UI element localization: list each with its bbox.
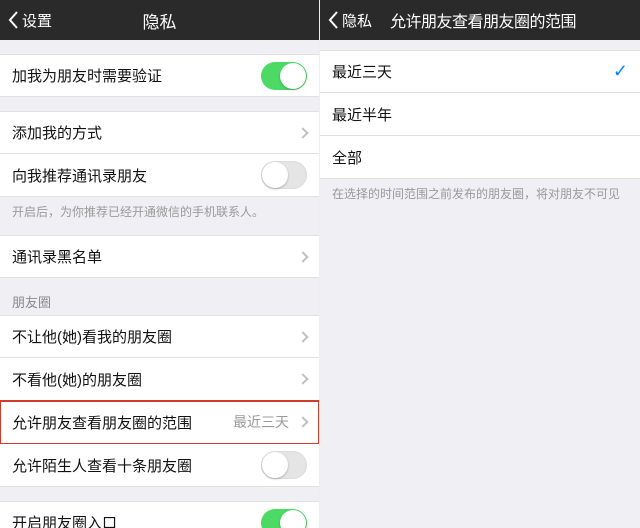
blacklist-label: 通讯录黑名单 bbox=[12, 246, 295, 267]
range-option-label: 最近半年 bbox=[332, 104, 628, 125]
recommend-contacts-switch[interactable] bbox=[261, 161, 307, 189]
hide-my-moments-cell[interactable]: 不让他(她)看我的朋友圈 bbox=[0, 315, 319, 358]
moments-section-header: 朋友圈 bbox=[0, 278, 319, 315]
moments-entry-switch[interactable] bbox=[261, 509, 307, 528]
navbar-left: 设置 隐私 bbox=[0, 0, 319, 40]
stranger-ten-label: 允许陌生人查看十条朋友圈 bbox=[12, 455, 261, 476]
back-button-right[interactable]: 隐私 bbox=[326, 0, 372, 40]
verify-friend-switch[interactable] bbox=[261, 62, 307, 90]
verify-friend-label: 加我为朋友时需要验证 bbox=[12, 65, 261, 86]
add-way-cell[interactable]: 添加我的方式 bbox=[0, 111, 319, 154]
chevron-right-icon bbox=[297, 251, 308, 262]
range-option-label: 全部 bbox=[332, 147, 628, 168]
add-way-label: 添加我的方式 bbox=[12, 122, 295, 143]
chevron-right-icon bbox=[297, 127, 308, 138]
back-label-right: 隐私 bbox=[342, 10, 372, 31]
content-right: 最近三天✓ 最近半年全部 在选择的时间范围之前发布的朋友圈，将对朋友不可见 bbox=[320, 40, 640, 528]
content-left: 加我为朋友时需要验证 添加我的方式 向我推荐通讯录朋友 开启后，为你推荐已经开通… bbox=[0, 40, 319, 528]
range-note: 在选择的时间范围之前发布的朋友圈，将对朋友不可见 bbox=[320, 179, 640, 203]
back-label-left: 设置 bbox=[22, 10, 52, 31]
hide-my-moments-label: 不让他(她)看我的朋友圈 bbox=[12, 326, 295, 347]
chevron-left-icon bbox=[326, 11, 340, 29]
nav-title-right: 允许朋友查看朋友圈的范围 bbox=[350, 8, 640, 32]
chevron-right-icon bbox=[297, 331, 308, 342]
range-option-0[interactable]: 最近三天✓ bbox=[320, 50, 640, 93]
range-option-label: 最近三天 bbox=[332, 61, 613, 82]
back-button-left[interactable]: 设置 bbox=[6, 0, 52, 40]
navbar-right: 隐私 允许朋友查看朋友圈的范围 bbox=[320, 0, 640, 40]
verify-friend-cell[interactable]: 加我为朋友时需要验证 bbox=[0, 54, 319, 97]
visible-range-pane: 隐私 允许朋友查看朋友圈的范围 最近三天✓ 最近半年全部 在选择的时间范围之前发布… bbox=[320, 0, 640, 528]
range-option-1[interactable]: 最近半年 bbox=[320, 93, 640, 136]
stranger-ten-switch[interactable] bbox=[261, 451, 307, 479]
recommend-contacts-label: 向我推荐通讯录朋友 bbox=[12, 165, 261, 186]
visible-range-cell[interactable]: 允许朋友查看朋友圈的范围 最近三天 bbox=[0, 401, 319, 444]
hide-their-moments-cell[interactable]: 不看他(她)的朋友圈 bbox=[0, 358, 319, 401]
chevron-right-icon bbox=[297, 416, 308, 427]
visible-range-label: 允许朋友查看朋友圈的范围 bbox=[12, 412, 233, 433]
chevron-right-icon bbox=[297, 373, 308, 384]
visible-range-value: 最近三天 bbox=[233, 412, 289, 432]
stranger-ten-cell[interactable]: 允许陌生人查看十条朋友圈 bbox=[0, 444, 319, 487]
blacklist-cell[interactable]: 通讯录黑名单 bbox=[0, 235, 319, 278]
moments-entry-cell[interactable]: 开启朋友圈入口 bbox=[0, 501, 319, 528]
recommend-note: 开启后，为你推荐已经开通微信的手机联系人。 bbox=[0, 197, 319, 221]
moments-entry-label: 开启朋友圈入口 bbox=[12, 512, 261, 528]
recommend-contacts-cell[interactable]: 向我推荐通讯录朋友 bbox=[0, 154, 319, 197]
privacy-settings-pane: 设置 隐私 加我为朋友时需要验证 添加我的方式 向我推荐通讯录朋友 开启后，为你… bbox=[0, 0, 320, 528]
hide-their-moments-label: 不看他(她)的朋友圈 bbox=[12, 369, 295, 390]
range-option-2[interactable]: 全部 bbox=[320, 136, 640, 179]
check-icon: ✓ bbox=[613, 61, 628, 82]
chevron-left-icon bbox=[6, 11, 20, 29]
